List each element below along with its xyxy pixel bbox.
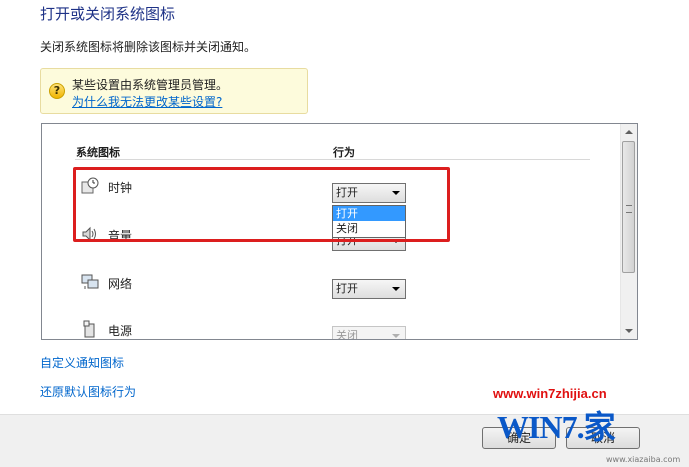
page-title: 打开或关闭系统图标 <box>40 5 176 23</box>
row-label-power: 电源 <box>108 324 133 338</box>
watermark-sub: www.xiazaiba.com <box>606 455 681 464</box>
watermark-url: www.win7zhijia.cn <box>493 386 607 401</box>
network-icon <box>81 274 99 289</box>
customize-notification-icons-link[interactable]: 自定义通知图标 <box>40 354 124 371</box>
column-header-behavior: 行为 <box>333 146 355 159</box>
network-behavior-select[interactable]: 打开 <box>332 279 406 299</box>
network-behavior-value: 打开 <box>336 282 358 295</box>
header-divider <box>75 159 590 160</box>
grip-icon <box>626 205 632 213</box>
power-behavior-value: 关闭 <box>336 329 358 340</box>
page-description: 关闭系统图标将删除该图标并关闭通知。 <box>40 40 257 54</box>
info-icon: ? <box>49 83 65 99</box>
watermark-logo: WIN7.家 <box>497 409 616 445</box>
admin-notice: ? 某些设置由系统管理员管理。 为什么我无法更改某些设置? <box>40 68 308 114</box>
restore-default-behaviors-link[interactable]: 还原默认图标行为 <box>40 383 136 400</box>
scroll-down-icon[interactable] <box>625 329 633 333</box>
chevron-down-icon <box>392 334 400 338</box>
notice-help-link[interactable]: 为什么我无法更改某些设置? <box>72 93 222 110</box>
notice-text: 某些设置由系统管理员管理。 <box>72 78 229 92</box>
scroll-thumb[interactable] <box>622 141 635 273</box>
row-label-network: 网络 <box>108 277 133 291</box>
scroll-up-icon[interactable] <box>625 130 633 134</box>
column-header-icon: 系统图标 <box>76 146 120 159</box>
vertical-scrollbar[interactable] <box>620 124 637 339</box>
power-icon <box>83 320 95 338</box>
system-icons-list: 系统图标 行为 时钟 打开 音量 打开 网络 打开 电源 关闭 打开 关闭 <box>41 123 638 340</box>
chevron-down-icon <box>392 287 400 291</box>
power-behavior-select[interactable]: 关闭 <box>332 326 406 340</box>
highlight-annotation <box>73 167 450 242</box>
